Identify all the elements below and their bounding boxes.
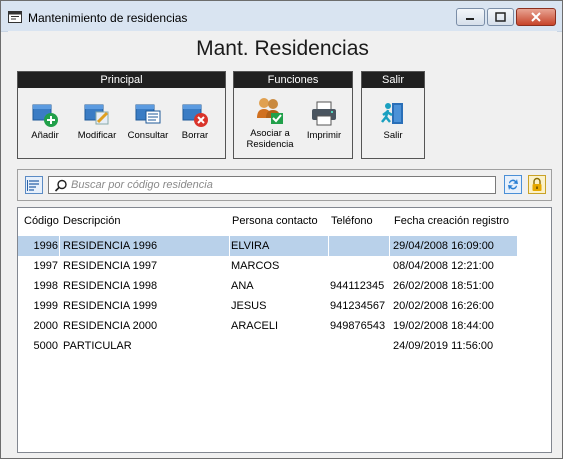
print-button-label: Imprimir bbox=[306, 130, 342, 141]
maximize-button[interactable] bbox=[487, 8, 514, 26]
delete-icon bbox=[182, 104, 208, 127]
refresh-icon bbox=[508, 179, 518, 190]
cell-descripcion: RESIDENCIA 1997 bbox=[63, 260, 158, 272]
add-button-label: Añadir bbox=[31, 130, 59, 141]
main-window: Mantenimiento de residencias Mant. Resid… bbox=[0, 0, 563, 459]
cell-persona-contacto: ANA bbox=[231, 280, 254, 292]
column-header-descripcion[interactable]: Descripción bbox=[63, 208, 120, 234]
cell-codigo: 5000 bbox=[33, 340, 58, 352]
close-button[interactable] bbox=[516, 8, 556, 26]
cell-persona-contacto: ELVIRA bbox=[231, 236, 329, 256]
list-filter-icon bbox=[27, 180, 39, 191]
cell-fecha-creacion: 24/09/2019 11:56:00 bbox=[393, 340, 494, 352]
printer-icon bbox=[312, 101, 336, 126]
cell-codigo: 1998 bbox=[33, 280, 58, 292]
associate-button[interactable]: Asociar a Residencia bbox=[240, 96, 300, 150]
search-bar bbox=[17, 169, 552, 201]
view-button[interactable]: Consultar bbox=[124, 100, 172, 141]
cell-persona-contacto: ARACELI bbox=[231, 320, 279, 332]
cell-fecha-creacion: 19/02/2008 18:44:00 bbox=[393, 320, 494, 332]
minimize-icon bbox=[466, 18, 474, 20]
filter-button[interactable] bbox=[25, 176, 43, 194]
search-input[interactable] bbox=[71, 177, 486, 193]
refresh-button[interactable] bbox=[504, 175, 522, 194]
ribbon-group-salir: Salir Salir bbox=[361, 71, 425, 159]
page-title: Mant. Residencias bbox=[196, 37, 369, 60]
print-button[interactable]: Imprimir bbox=[300, 100, 348, 141]
cell-telefono bbox=[330, 236, 390, 256]
edit-button[interactable]: Modificar bbox=[73, 100, 121, 141]
view-button-label: Consultar bbox=[127, 130, 169, 141]
close-icon bbox=[531, 12, 541, 22]
exit-button[interactable]: Salir bbox=[369, 100, 417, 141]
users-link-icon bbox=[257, 98, 283, 124]
view-icon bbox=[135, 104, 161, 124]
cell-fecha-creacion: 20/02/2008 16:26:00 bbox=[393, 300, 494, 312]
add-button[interactable]: Añadir bbox=[21, 100, 69, 141]
table-row[interactable]: 2000 RESIDENCIA 2000 ARACELI 949876543 1… bbox=[18, 316, 517, 336]
cell-codigo: 1997 bbox=[33, 260, 58, 272]
table-row[interactable]: 5000 PARTICULAR 24/09/2019 11:56:00 bbox=[18, 336, 517, 356]
cell-telefono: 949876543 bbox=[330, 320, 386, 332]
table-row[interactable]: 1997 RESIDENCIA 1997 MARCOS 08/04/2008 1… bbox=[18, 256, 517, 276]
cell-descripcion: RESIDENCIA 1998 bbox=[63, 280, 158, 292]
cell-descripcion: RESIDENCIA 1996 bbox=[63, 236, 230, 256]
ribbon-group-title: Principal bbox=[18, 72, 225, 88]
exit-icon bbox=[381, 103, 403, 124]
edit-icon bbox=[84, 104, 109, 125]
delete-button-label: Borrar bbox=[181, 130, 209, 141]
ribbon-group-principal: Principal Añadir Modificar Consultar Bor… bbox=[17, 71, 226, 159]
cell-telefono: 941234567 bbox=[330, 300, 386, 312]
cell-persona-contacto: JESUS bbox=[231, 300, 267, 312]
ribbon-group-title: Funciones bbox=[234, 72, 352, 88]
search-box bbox=[48, 176, 496, 194]
table-row[interactable]: 1998 RESIDENCIA 1998 ANA 944112345 26/02… bbox=[18, 276, 517, 296]
cell-fecha-creacion: 29/04/2008 16:09:00 bbox=[393, 240, 494, 252]
column-header-fecha-creacion[interactable]: Fecha creación registro bbox=[394, 208, 509, 234]
exit-button-label: Salir bbox=[383, 130, 403, 141]
ribbon-group-title: Salir bbox=[362, 72, 424, 88]
table-row[interactable]: 1999 RESIDENCIA 1999 JESUS 941234567 20/… bbox=[18, 296, 517, 316]
lock-icon bbox=[532, 177, 542, 191]
column-header-persona-contacto[interactable]: Persona contacto bbox=[232, 208, 318, 234]
column-header-telefono[interactable]: Teléfono bbox=[331, 208, 373, 234]
lock-button[interactable] bbox=[528, 175, 546, 194]
cell-codigo: 2000 bbox=[33, 320, 58, 332]
cell-persona-contacto: MARCOS bbox=[231, 260, 280, 272]
cell-descripcion: RESIDENCIA 2000 bbox=[63, 320, 158, 332]
window-title: Mantenimiento de residencias bbox=[28, 11, 188, 25]
associate-button-label: Asociar a Residencia bbox=[246, 128, 294, 150]
cell-descripcion: RESIDENCIA 1999 bbox=[63, 300, 158, 312]
cell-persona-contacto bbox=[231, 336, 329, 356]
cell-descripcion: PARTICULAR bbox=[63, 340, 132, 352]
residencias-table[interactable]: Código Descripción Persona contacto Telé… bbox=[17, 207, 552, 453]
minimize-button[interactable] bbox=[456, 8, 485, 26]
search-icon bbox=[54, 179, 67, 192]
cell-fecha-creacion: 08/04/2008 12:21:00 bbox=[393, 260, 494, 272]
column-header-codigo[interactable]: Código bbox=[24, 208, 59, 234]
title-bar[interactable]: Mantenimiento de residencias bbox=[1, 1, 562, 32]
cell-telefono: 944112345 bbox=[330, 280, 385, 292]
cell-codigo: 1996 bbox=[18, 236, 60, 256]
ribbon-group-funciones: Funciones Asociar a Residencia Imprimir bbox=[233, 71, 353, 159]
cell-telefono bbox=[330, 256, 390, 276]
edit-button-label: Modificar bbox=[77, 130, 117, 141]
delete-button[interactable]: Borrar bbox=[171, 100, 219, 141]
app-icon bbox=[8, 11, 22, 23]
cell-telefono bbox=[330, 336, 390, 356]
client-area: Mant. Residencias Principal Añadir Modif… bbox=[8, 31, 557, 453]
table-row[interactable]: 1996 RESIDENCIA 1996 ELVIRA 29/04/2008 1… bbox=[18, 236, 517, 256]
cell-codigo: 1999 bbox=[33, 300, 58, 312]
add-icon bbox=[32, 104, 58, 127]
cell-fecha-creacion: 26/02/2008 18:51:00 bbox=[393, 280, 494, 292]
table-header: Código Descripción Persona contacto Telé… bbox=[18, 208, 551, 234]
maximize-icon bbox=[495, 12, 506, 22]
